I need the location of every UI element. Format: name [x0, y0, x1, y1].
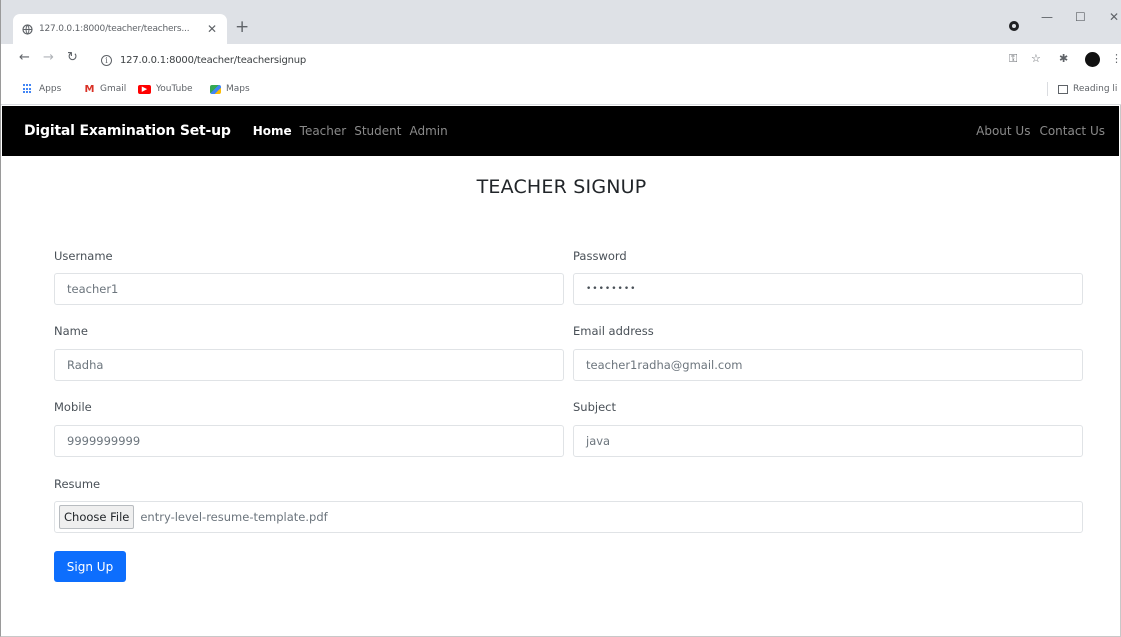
name-label: Name: [54, 324, 88, 338]
tab-title: 127.0.0.1:8000/teacher/teachers...: [39, 24, 190, 34]
nav-student[interactable]: Student: [354, 124, 401, 138]
selected-file-name: entry-level-resume-template.pdf: [140, 510, 328, 524]
browser-tab[interactable]: 127.0.0.1:8000/teacher/teachers... ✕: [13, 14, 227, 44]
mobile-value: 9999999999: [67, 434, 141, 448]
name-value: Radha: [67, 358, 104, 372]
bookmarks-bar: Apps M Gmail ▶ YouTube Maps Reading li: [1, 74, 1121, 105]
choose-file-button[interactable]: Choose File: [59, 505, 135, 529]
username-field[interactable]: teacher1: [54, 273, 564, 305]
reading-list-label: Reading li: [1073, 84, 1118, 94]
gmail-icon: M: [84, 83, 95, 95]
nav-right-links: About Us Contact Us: [967, 124, 1105, 138]
site-navbar: Digital Examination Set-up Home Teacher …: [2, 106, 1119, 156]
mobile-label: Mobile: [54, 400, 92, 414]
reload-icon[interactable]: ↻: [67, 51, 78, 65]
password-field[interactable]: ••••••••: [573, 273, 1083, 305]
email-label: Email address: [573, 324, 654, 338]
email-field[interactable]: teacher1radha@gmail.com: [573, 349, 1083, 381]
username-value: teacher1: [67, 282, 119, 296]
username-label: Username: [54, 249, 113, 263]
globe-icon: [21, 23, 33, 35]
subject-field[interactable]: java: [573, 425, 1083, 457]
password-label: Password: [573, 249, 627, 263]
bookmark-label: Apps: [39, 84, 62, 94]
bookmark-youtube[interactable]: ▶ YouTube: [138, 84, 193, 94]
youtube-icon: ▶: [138, 84, 151, 94]
bookmark-label: Maps: [226, 84, 250, 94]
email-value: teacher1radha@gmail.com: [586, 358, 743, 372]
bookmark-maps[interactable]: Maps: [210, 84, 250, 94]
name-field[interactable]: Radha: [54, 349, 564, 381]
menu-icon[interactable]: ⋮: [1111, 53, 1121, 65]
close-window-icon[interactable]: ✕: [1109, 10, 1119, 24]
minimize-icon[interactable]: —: [1041, 10, 1053, 24]
subject-value: java: [586, 434, 611, 448]
address-bar[interactable]: i 127.0.0.1:8000/teacher/teachersignup: [101, 49, 1001, 71]
account-avatar[interactable]: [1085, 52, 1100, 67]
key-icon[interactable]: ⚿: [1009, 53, 1017, 65]
browser-window: 127.0.0.1:8000/teacher/teachers... ✕ + —…: [0, 0, 1121, 637]
new-tab-button[interactable]: +: [235, 18, 249, 36]
nav-contact-us[interactable]: Contact Us: [1039, 124, 1105, 138]
apps-grid-icon: [23, 84, 33, 94]
bookmark-label: YouTube: [156, 84, 193, 94]
url-text: 127.0.0.1:8000/teacher/teachersignup: [120, 54, 307, 66]
resume-label: Resume: [54, 477, 101, 491]
browser-toolbar: ← → ↻ i 127.0.0.1:8000/teacher/teachersi…: [1, 44, 1121, 74]
tab-close-icon[interactable]: ✕: [205, 22, 219, 36]
maximize-icon[interactable]: ☐: [1075, 10, 1086, 24]
subject-label: Subject: [573, 400, 616, 414]
bookmark-gmail[interactable]: M Gmail: [84, 83, 127, 95]
tab-strip: 127.0.0.1:8000/teacher/teachers... ✕ + —…: [1, 0, 1121, 44]
maps-icon: [210, 84, 221, 94]
page-title: TEACHER SIGNUP: [476, 176, 647, 198]
resume-file-input[interactable]: Choose File entry-level-resume-template.…: [54, 501, 1083, 533]
forward-icon[interactable]: →: [43, 51, 54, 65]
back-icon[interactable]: ←: [19, 51, 30, 65]
star-icon[interactable]: ☆: [1031, 53, 1041, 65]
bookmark-apps[interactable]: Apps: [23, 84, 61, 94]
profile-icon[interactable]: [1009, 21, 1019, 31]
nav-teacher[interactable]: Teacher: [300, 124, 347, 138]
nav-links: Home Teacher Student Admin: [253, 124, 456, 138]
mobile-field[interactable]: 9999999999: [54, 425, 564, 457]
sign-up-button[interactable]: Sign Up: [54, 551, 126, 582]
reading-list[interactable]: Reading li: [1047, 82, 1117, 96]
extensions-icon[interactable]: ✱: [1059, 53, 1068, 65]
reading-list-icon: [1058, 84, 1068, 94]
site-info-icon[interactable]: i: [101, 54, 112, 66]
nav-home[interactable]: Home: [253, 124, 292, 138]
password-value: ••••••••: [586, 284, 637, 294]
nav-about-us[interactable]: About Us: [976, 124, 1030, 138]
site-brand[interactable]: Digital Examination Set-up: [24, 123, 231, 139]
bookmark-label: Gmail: [100, 84, 127, 94]
nav-admin[interactable]: Admin: [409, 124, 447, 138]
